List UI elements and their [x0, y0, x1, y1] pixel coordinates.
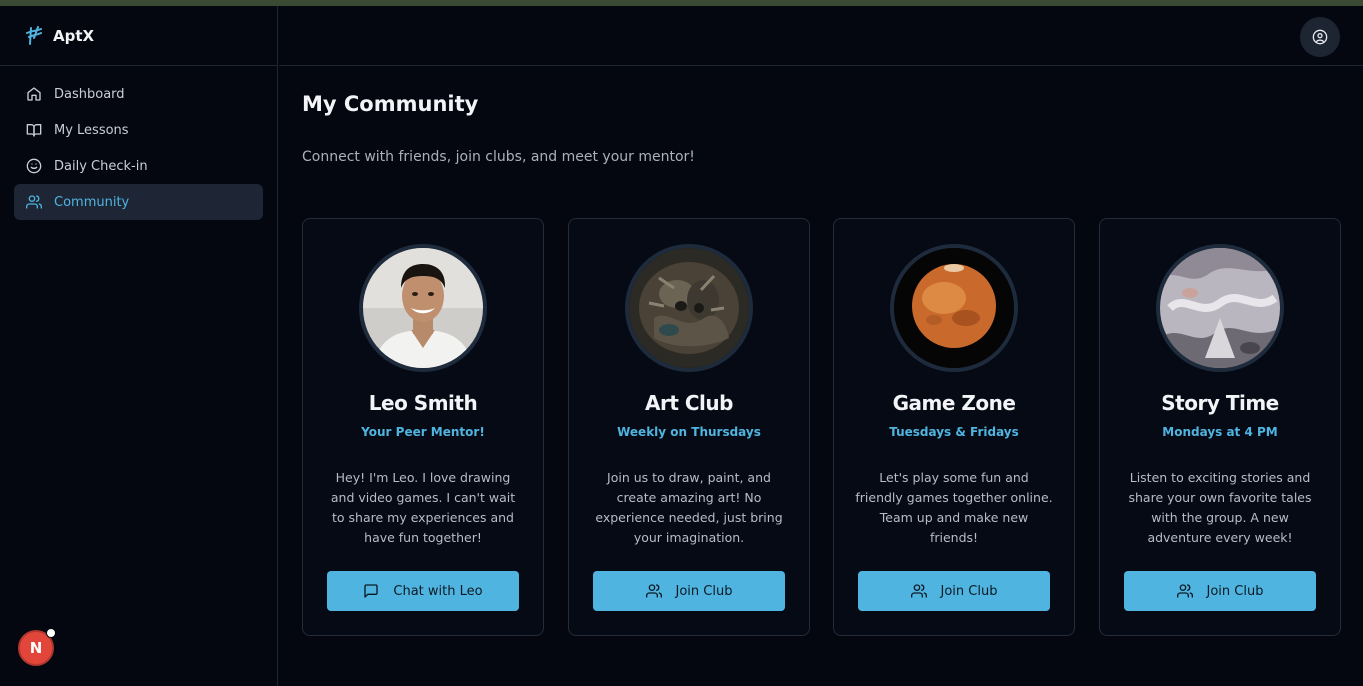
book-icon: [26, 124, 42, 137]
top-header: [279, 6, 1363, 66]
club-image: [625, 244, 753, 372]
club-image: [890, 244, 1018, 372]
brand[interactable]: AptX: [0, 6, 277, 66]
page-subtitle: Connect with friends, join clubs, and me…: [302, 149, 695, 165]
card-title: Game Zone: [892, 391, 1016, 415]
sidebar-nav: Dashboard My Lessons Daily Check-in Comm…: [0, 66, 277, 230]
notification-dot: [46, 628, 56, 638]
sidebar-item-my-lessons[interactable]: My Lessons: [14, 112, 263, 148]
app-name: AptX: [53, 26, 95, 45]
community-cards: Leo Smith Your Peer Mentor! Hey! I'm Leo…: [302, 218, 1342, 636]
art-club-image: [629, 248, 749, 368]
card-title: Art Club: [645, 391, 733, 415]
chat-icon: [364, 584, 379, 598]
users-icon: [26, 195, 42, 209]
card-title: Story Time: [1161, 391, 1279, 415]
chat-with-leo-button[interactable]: Chat with Leo: [327, 571, 519, 611]
profile-button[interactable]: [1300, 17, 1340, 57]
card-subtitle: Mondays at 4 PM: [1162, 425, 1278, 439]
sidebar-item-label: Community: [54, 194, 130, 210]
user-avatar[interactable]: N: [18, 628, 56, 666]
button-label: Join Club: [675, 583, 733, 599]
card-description: Let's play some fun and friendly games t…: [855, 470, 1053, 545]
story-time-image: [1160, 248, 1280, 368]
logo-icon: [26, 25, 42, 45]
sidebar: AptX Dashboard My Lessons Daily Check-in…: [0, 6, 278, 686]
game-zone-image: [894, 248, 1014, 368]
card-title: Leo Smith: [368, 391, 478, 415]
sidebar-item-label: Daily Check-in: [54, 158, 148, 174]
home-icon: [27, 87, 41, 101]
button-label: Join Club: [940, 583, 998, 599]
user-circle-icon: [1312, 29, 1328, 45]
mentor-photo: [359, 244, 487, 372]
sidebar-item-daily-check-in[interactable]: Daily Check-in: [14, 148, 263, 184]
card-description: Hey! I'm Leo. I love drawing and video g…: [330, 470, 516, 545]
club-card-game-zone: Game Zone Tuesdays & Fridays Let's play …: [833, 218, 1075, 636]
users-icon: [645, 584, 662, 598]
page-title: My Community: [302, 92, 479, 116]
join-art-club-button[interactable]: Join Club: [593, 571, 785, 611]
mentor-card: Leo Smith Your Peer Mentor! Hey! I'm Leo…: [302, 218, 544, 636]
join-story-time-button[interactable]: Join Club: [1124, 571, 1316, 611]
sidebar-item-label: Dashboard: [54, 86, 125, 102]
users-icon: [1176, 584, 1193, 598]
mentor-portrait-image: [363, 248, 483, 368]
club-card-art: Art Club Weekly on Thursdays Join us to …: [568, 218, 810, 636]
card-subtitle: Weekly on Thursdays: [617, 425, 761, 439]
card-subtitle: Your Peer Mentor!: [361, 425, 485, 439]
join-game-zone-button[interactable]: Join Club: [858, 571, 1050, 611]
card-subtitle: Tuesdays & Fridays: [889, 425, 1019, 439]
sidebar-item-dashboard[interactable]: Dashboard: [14, 76, 263, 112]
avatar-initial: N: [29, 639, 43, 657]
button-label: Chat with Leo: [393, 583, 483, 599]
sidebar-item-community[interactable]: Community: [14, 184, 263, 220]
users-icon: [910, 584, 927, 598]
card-description: Listen to exciting stories and share you…: [1128, 470, 1312, 545]
smile-icon: [26, 158, 42, 174]
button-label: Join Club: [1206, 583, 1264, 599]
club-image: [1156, 244, 1284, 372]
club-card-story-time: Story Time Mondays at 4 PM Listen to exc…: [1099, 218, 1341, 636]
sidebar-item-label: My Lessons: [54, 122, 129, 138]
card-description: Join us to draw, paint, and create amazi…: [595, 470, 783, 545]
